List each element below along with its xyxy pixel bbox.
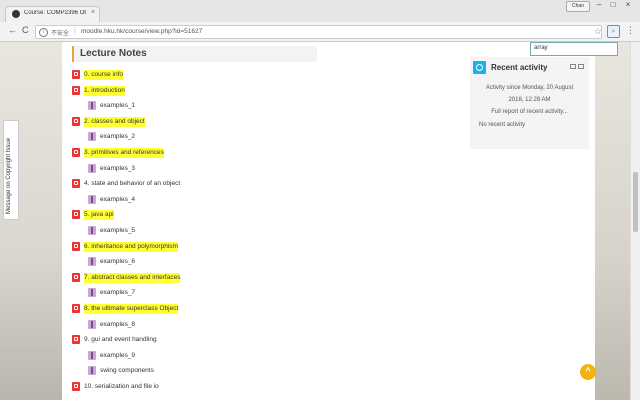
recent-activity-block: Recent activity Activity since Monday, 2… (470, 57, 589, 149)
archive-file-icon (88, 288, 96, 298)
info-icon[interactable]: i (39, 28, 48, 37)
page-background-left (0, 42, 62, 400)
bookmark-star-icon[interactable]: ☆ (594, 26, 602, 37)
resource-label: examples_5 (100, 227, 136, 234)
resource-label: 2. classes and object (84, 116, 145, 127)
back-icon[interactable]: ← (8, 25, 17, 35)
course-content: Lecture Notes 0. course info 1. introduct… (62, 42, 595, 400)
scroll-to-top-button[interactable]: ^ (580, 364, 596, 380)
pdf-file-icon (72, 70, 80, 79)
browser-toolbar: ← C i 不安全 | moodle.hku.hk/course/view.ph… (0, 22, 640, 42)
resource-label: 1. introduction (84, 85, 125, 96)
resource-label: examples_1 (100, 102, 136, 110)
url-text[interactable]: moodle.hku.hk/course/view.php?id=51627 (81, 28, 202, 35)
resource-label: 4. state and behavior of an object (84, 180, 181, 188)
activity-since-line1: Activity since Monday, 20 August (485, 85, 574, 91)
url-separator: | (74, 27, 76, 34)
block-collapse-icon[interactable] (578, 64, 584, 69)
resource-label: examples_7 (100, 289, 136, 297)
resource-label: examples_8 (100, 320, 136, 328)
copyright-message-label: Message on Copyright Issue (6, 137, 12, 214)
extension-search-icon[interactable]: ⌕ (607, 25, 620, 38)
archive-file-icon (88, 132, 96, 142)
pdf-file-icon (72, 85, 80, 95)
profile-button[interactable]: Chan (566, 1, 590, 12)
find-input[interactable]: array (530, 42, 618, 56)
scrollbar-thumb[interactable] (633, 172, 638, 232)
page-background-right (595, 42, 630, 400)
page-viewport: Message on Copyright Issue Lecture Notes… (0, 42, 630, 400)
resource-label: 0. course info (84, 70, 124, 80)
archive-file-icon (88, 226, 96, 235)
pdf-file-icon (72, 179, 80, 189)
section-title: Lecture Notes (80, 48, 147, 59)
archive-file-icon (88, 350, 96, 360)
tab-close-icon[interactable]: × (91, 9, 95, 16)
archive-file-icon (88, 366, 96, 376)
resource-label: 3. primitives and references (84, 148, 164, 158)
resource-label: 7. abstract classes and interfaces (84, 272, 181, 283)
resource-label: 8. the ultimate superclass Object (84, 304, 179, 314)
pdf-file-icon (72, 335, 80, 345)
security-label: 不安全 (51, 31, 70, 37)
full-report-link[interactable]: Full report of recent activity... (470, 109, 589, 115)
section-header: Lecture Notes (72, 46, 317, 62)
browser-menu-icon[interactable]: ⋮ (626, 25, 635, 36)
archive-file-icon (88, 163, 96, 173)
minimize-icon[interactable]: – (593, 1, 605, 10)
address-bar[interactable]: i 不安全 | moodle.hku.hk/course/view.php?id… (35, 25, 602, 39)
maximize-icon[interactable]: □ (607, 1, 619, 10)
archive-file-icon (88, 257, 96, 267)
resource-label: 5. java api (84, 210, 114, 221)
pdf-file-icon (72, 148, 80, 157)
resource-label: 9. gui and event handling (84, 336, 157, 344)
no-recent-activity: No recent activity (479, 122, 526, 128)
resource-label: examples_2 (100, 133, 136, 141)
moodle-favicon-icon (12, 10, 20, 18)
pdf-file-icon (72, 304, 80, 313)
archive-file-icon (88, 319, 96, 329)
browser-tab[interactable]: Course: COMP2396 Ob... × (5, 6, 100, 22)
resource-label: examples_4 (100, 195, 136, 203)
activity-since-line2: 2018, 12:28 AM (508, 97, 551, 103)
pdf-file-icon (72, 210, 80, 220)
reload-icon[interactable]: C (22, 25, 29, 35)
resource-label: 6. inheritance and polymorphism (84, 241, 178, 252)
page-scrollbar[interactable] (630, 42, 640, 400)
archive-file-icon (88, 194, 96, 204)
resource-label: examples_9 (100, 351, 136, 359)
resource-label: examples_6 (100, 258, 136, 266)
block-dock-icon[interactable] (570, 64, 576, 69)
pdf-file-icon (72, 272, 80, 282)
copyright-message-tab[interactable]: Message on Copyright Issue (3, 120, 19, 220)
recent-activity-title: Recent activity (491, 63, 548, 72)
resource-label: swing components (100, 367, 154, 375)
resource-label: examples_3 (100, 164, 136, 172)
pdf-file-icon (72, 116, 80, 126)
window-close-icon[interactable]: × (622, 1, 634, 10)
resource-label: 10. serialization and file io (84, 383, 159, 390)
pdf-file-icon (72, 241, 80, 251)
tab-title: Course: COMP2396 Ob... (24, 10, 86, 16)
pdf-file-icon (72, 382, 80, 391)
tab-bar: Course: COMP2396 Ob... × Chan – □ × (0, 0, 640, 22)
archive-file-icon (88, 101, 96, 111)
recent-activity-icon (473, 61, 486, 74)
